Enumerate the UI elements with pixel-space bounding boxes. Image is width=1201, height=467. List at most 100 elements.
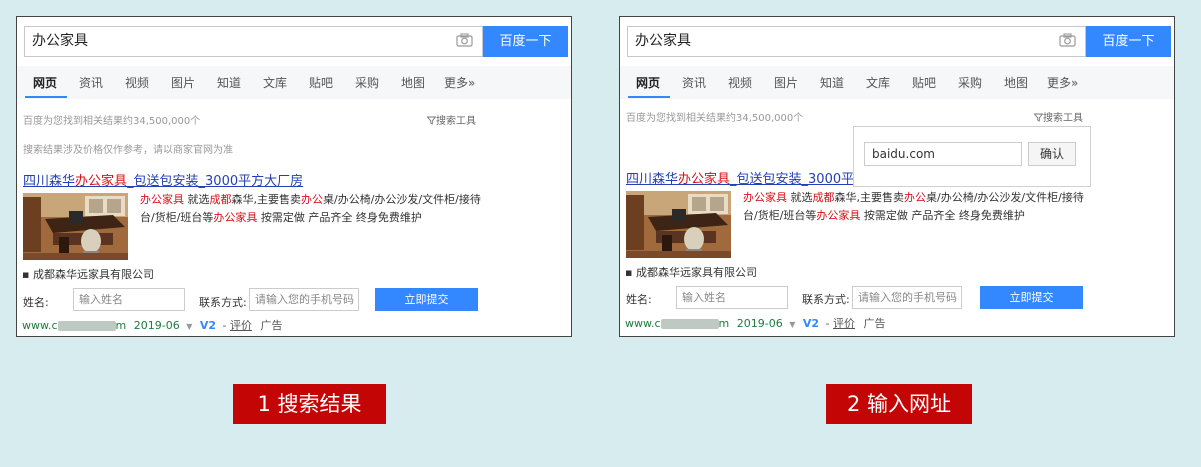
ad-label: 广告: [863, 317, 886, 330]
site-url[interactable]: www.c m: [625, 317, 729, 330]
tab-video[interactable]: 视频: [125, 74, 149, 91]
company-name[interactable]: ▪ 成都森华远家具有限公司: [625, 264, 757, 280]
desc-highlight-1: 办公家具: [743, 191, 787, 204]
result-title-link[interactable]: 四川森华办公家具_包送包安装_3000平方大厂房: [23, 170, 303, 189]
contact-label: 联系方式:: [199, 296, 247, 309]
camera-icon[interactable]: [1059, 33, 1076, 47]
contact-label: 联系方式:: [802, 293, 850, 306]
submit-button[interactable]: 立即提交: [980, 286, 1083, 309]
tab-zhidao[interactable]: 知道: [217, 74, 241, 91]
search-bar: 办公家具 百度一下: [627, 26, 1171, 57]
search-tools-label: 搜索工具: [436, 116, 476, 127]
result-count: 百度为您找到相关结果约34,500,000个: [626, 113, 804, 124]
url-input[interactable]: baidu.com: [864, 142, 1022, 166]
v2-badge[interactable]: V2: [200, 319, 216, 332]
camera-icon[interactable]: [456, 33, 473, 47]
desc-text-1: 就选: [184, 193, 210, 206]
office-furniture-thumbnail[interactable]: [626, 191, 731, 258]
search-button[interactable]: 百度一下: [1086, 26, 1171, 57]
name-input[interactable]: 输入姓名: [676, 286, 788, 309]
blurred-domain: [660, 319, 719, 329]
tab-video[interactable]: 视频: [728, 74, 752, 91]
blurred-domain: [57, 321, 116, 331]
caption-step-1: 1 搜索结果: [233, 384, 386, 424]
desc-highlight-3: 办公: [904, 191, 926, 204]
confirm-button[interactable]: 确认: [1028, 142, 1076, 166]
search-tools-button[interactable]: 搜索工具: [426, 112, 476, 127]
url-popup: baidu.com 确认: [853, 126, 1091, 187]
tab-purchase[interactable]: 采购: [355, 74, 379, 91]
tab-web[interactable]: 网页: [33, 74, 57, 91]
search-tools-button[interactable]: 搜索工具: [1033, 109, 1083, 124]
desc-text-2: 森华,主要售卖: [231, 193, 302, 206]
desc-text-4: 按需定做 产品齐全 终身免费维护: [860, 209, 1025, 222]
url-input-panel: 办公家具 百度一下 网页 资讯 视频 图片 知道 文库 贴吧 采购 地图 更多»…: [619, 16, 1175, 337]
tab-purchase[interactable]: 采购: [958, 74, 982, 91]
price-notice: 搜索结果涉及价格仅作参考，请以商家官网为准: [23, 145, 233, 156]
tab-wenku[interactable]: 文库: [866, 74, 890, 91]
name-input[interactable]: 输入姓名: [73, 288, 185, 311]
active-tab-indicator: [25, 96, 67, 98]
title-highlight: 办公家具: [678, 172, 731, 187]
active-tab-indicator: [628, 96, 670, 98]
company-name[interactable]: ▪ 成都森华远家具有限公司: [22, 266, 154, 282]
office-furniture-thumbnail[interactable]: [23, 193, 128, 260]
desc-highlight-3: 办公: [301, 193, 323, 206]
name-label: 姓名:: [626, 293, 652, 306]
site-url-suffix: m: [718, 317, 730, 330]
rating-link[interactable]: 评价: [230, 319, 252, 332]
result-date: 2019-06: [736, 317, 783, 330]
phone-input[interactable]: 请输入您的手机号码: [852, 286, 962, 309]
title-suffix: _包送包安装_3000平: [730, 172, 855, 187]
tab-map[interactable]: 地图: [1004, 74, 1028, 91]
filter-icon: [1033, 113, 1044, 122]
result-description: 办公家具 就选成都森华,主要售卖办公桌/办公椅/办公沙发/文件柜/接待台/货柜/…: [140, 191, 485, 227]
search-input[interactable]: 办公家具: [627, 26, 1086, 57]
filter-icon: [426, 116, 437, 125]
title-suffix: _包送包安装_3000平方大厂房: [127, 174, 304, 189]
tab-more[interactable]: 更多»: [1047, 74, 1078, 91]
result-footer: www.c m 2019-06 ▼ V2 - 评价 广告: [625, 315, 886, 331]
tab-tieba[interactable]: 贴吧: [912, 74, 936, 91]
search-tabs: 网页 资讯 视频 图片 知道 文库 贴吧 采购 地图 更多»: [17, 66, 571, 99]
caption-step-2: 2 输入网址: [826, 384, 972, 424]
result-title-link[interactable]: 四川森华办公家具_包送包安装_3000平: [626, 168, 854, 187]
site-url-prefix: www.c: [625, 317, 661, 330]
tab-news[interactable]: 资讯: [79, 74, 103, 91]
separator: -: [825, 317, 830, 330]
title-highlight: 办公家具: [75, 174, 128, 189]
phone-input[interactable]: 请输入您的手机号码: [249, 288, 359, 311]
tab-tieba[interactable]: 贴吧: [309, 74, 333, 91]
v2-badge[interactable]: V2: [803, 317, 819, 330]
chevron-down-icon[interactable]: ▼: [186, 322, 192, 331]
search-input[interactable]: 办公家具: [24, 26, 483, 57]
submit-button[interactable]: 立即提交: [375, 288, 478, 311]
tab-web[interactable]: 网页: [636, 74, 660, 91]
tab-more[interactable]: 更多»: [444, 74, 475, 91]
search-results-panel: 办公家具 百度一下 网页 资讯 视频 图片 知道 文库 贴吧 采购 地图 更多»…: [16, 16, 572, 337]
site-url[interactable]: www.c m: [22, 319, 126, 332]
desc-text-2: 森华,主要售卖: [834, 191, 905, 204]
desc-highlight-4: 办公家具: [213, 211, 258, 224]
rating-link[interactable]: 评价: [833, 317, 855, 330]
desc-highlight-1: 办公家具: [140, 193, 184, 206]
tab-images[interactable]: 图片: [171, 74, 195, 91]
tab-images[interactable]: 图片: [774, 74, 798, 91]
result-description: 办公家具 就选成都森华,主要售卖办公桌/办公椅/办公沙发/文件柜/接待台/货柜/…: [743, 189, 1088, 225]
title-prefix: 四川森华: [23, 174, 76, 189]
search-bar: 办公家具 百度一下: [24, 26, 568, 57]
chevron-down-icon[interactable]: ▼: [789, 320, 795, 329]
tab-zhidao[interactable]: 知道: [820, 74, 844, 91]
desc-highlight-2: 成都: [812, 191, 835, 204]
tab-map[interactable]: 地图: [401, 74, 425, 91]
search-button[interactable]: 百度一下: [483, 26, 568, 57]
desc-text-4: 按需定做 产品齐全 终身免费维护: [257, 211, 422, 224]
search-tabs: 网页 资讯 视频 图片 知道 文库 贴吧 采购 地图 更多»: [620, 66, 1174, 99]
result-count: 百度为您找到相关结果约34,500,000个: [23, 116, 201, 127]
tab-wenku[interactable]: 文库: [263, 74, 287, 91]
ad-label: 广告: [260, 319, 283, 332]
result-footer: www.c m 2019-06 ▼ V2 - 评价 广告: [22, 317, 283, 333]
result-date: 2019-06: [133, 319, 180, 332]
tab-news[interactable]: 资讯: [682, 74, 706, 91]
desc-highlight-4: 办公家具: [816, 209, 861, 222]
